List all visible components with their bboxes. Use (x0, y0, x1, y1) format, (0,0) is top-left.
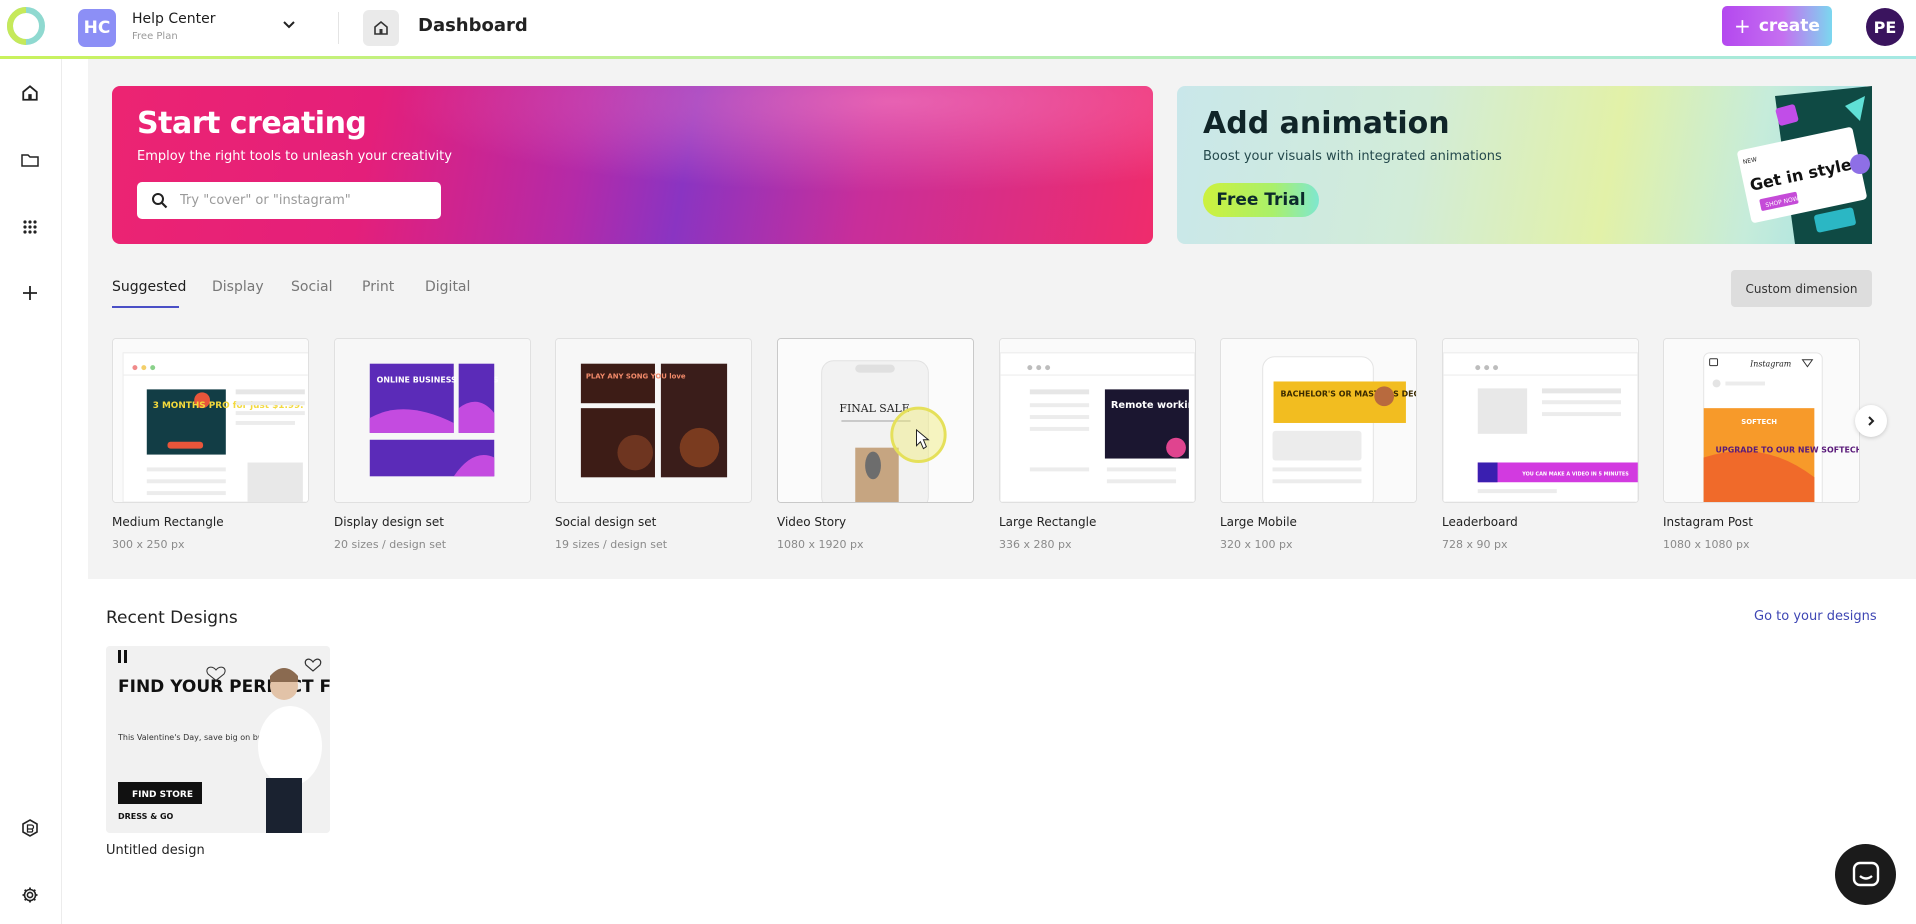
recent-design-card[interactable]: FIND YOUR PERFECT FIT This Valentine's D… (106, 646, 330, 833)
chat-support-button[interactable] (1835, 844, 1896, 905)
sidebar-item-apps[interactable] (19, 216, 41, 238)
tab-digital[interactable]: Digital (425, 279, 470, 295)
template-size: 1080 x 1920 px (777, 538, 864, 551)
template-name: Large Rectangle (999, 515, 1097, 529)
hero-title: Start creating (137, 106, 367, 141)
sidebar (0, 59, 62, 924)
gear-icon (22, 887, 38, 903)
template-size: 320 x 100 px (1220, 538, 1293, 551)
go-to-designs-link[interactable]: Go to your designs (1754, 609, 1877, 624)
template-card-leaderboard[interactable]: YOU CAN MAKE A VIDEO IN 5 MINUTES (1442, 338, 1639, 503)
workspace-name[interactable]: Help Center (132, 11, 216, 27)
recent-designs-heading: Recent Designs (106, 608, 238, 628)
template-thumbnail: ONLINE BUSINESS CLASSES (334, 338, 531, 503)
tab-display[interactable]: Display (212, 279, 264, 295)
hero-subtitle: Employ the right tools to unleash your c… (137, 149, 452, 164)
template-size: 1080 x 1080 px (1663, 538, 1750, 551)
thumb-text: Instagram (1749, 360, 1791, 369)
divider (338, 12, 339, 44)
template-size: 728 x 90 px (1442, 538, 1508, 551)
workspace-plan: Free Plan (132, 31, 178, 42)
tab-social[interactable]: Social (291, 279, 333, 295)
templates-next-button[interactable] (1855, 405, 1887, 437)
recent-thumb-brand: DRESS & GO (118, 812, 174, 821)
create-button-label: create (1758, 16, 1820, 36)
template-card-large-mobile[interactable]: BACHELOR'S OR MASTER'S DEGREE (1220, 338, 1417, 503)
recent-thumb-button: FIND STORE (132, 790, 193, 800)
template-card-video-story[interactable]: FINAL SALE (777, 338, 974, 503)
chevron-right-icon (1868, 416, 1875, 426)
search-icon (152, 193, 168, 209)
create-button[interactable]: + create (1722, 6, 1832, 46)
template-size: 19 sizes / design set (555, 538, 668, 551)
grid-icon (23, 220, 37, 234)
template-name: Instagram Post (1663, 515, 1753, 529)
app-logo-icon[interactable] (6, 6, 46, 46)
tab-suggested[interactable]: Suggested (112, 279, 186, 295)
sidebar-item-brand[interactable] (19, 817, 41, 839)
template-card-display-design-set[interactable]: ONLINE BUSINESS CLASSES (334, 338, 531, 503)
chat-icon (1852, 861, 1879, 886)
template-thumbnail: 3 MONTHS PRO for just $1.99. (112, 338, 309, 503)
recent-design-name: Untitled design (106, 843, 205, 858)
thumb-text: UPGRADE TO OUR NEW SOFTECH 2020 (1716, 446, 1860, 455)
thumb-text: YOU CAN MAKE A VIDEO IN 5 MINUTES (1521, 471, 1629, 477)
template-thumbnail: Remote working step by step (999, 338, 1196, 503)
template-card-social-design-set[interactable]: PLAY ANY SONG YOU love (555, 338, 752, 503)
thumb-text: BACHELOR'S OR MASTER'S DEGREE (1280, 389, 1417, 398)
chevron-down-icon[interactable] (282, 18, 296, 32)
promo-subtitle: Boost your visuals with integrated anima… (1203, 149, 1502, 164)
user-avatar[interactable]: PE (1866, 8, 1904, 46)
template-name: Large Mobile (1220, 515, 1297, 529)
brand-kit-icon (22, 819, 38, 837)
sidebar-item-folders[interactable] (19, 149, 41, 171)
template-thumbnail: FINAL SALE (777, 338, 974, 503)
recent-thumb-headline: FIND YOUR PERFECT FIT (118, 677, 330, 697)
recent-design-thumbnail: FIND YOUR PERFECT FIT This Valentine's D… (106, 646, 330, 833)
sidebar-item-add[interactable] (19, 282, 41, 304)
template-size: 20 sizes / design set (334, 538, 447, 551)
home-icon (22, 85, 38, 101)
template-name: Leaderboard (1442, 515, 1518, 529)
plus-icon (23, 286, 37, 300)
thumb-text: SOFTECH (1741, 418, 1777, 426)
template-name: Display design set (334, 515, 445, 529)
template-card-instagram-post[interactable]: Instagram SOFTECH UPGRADE TO OUR NEW SOF… (1663, 338, 1860, 503)
folder-icon (21, 154, 39, 167)
template-card-medium-rectangle[interactable]: 3 MONTHS PRO for just $1.99. (112, 338, 309, 503)
template-thumbnail: BACHELOR'S OR MASTER'S DEGREE (1220, 338, 1417, 503)
active-tab-indicator (112, 306, 179, 308)
sidebar-item-settings[interactable] (19, 884, 41, 906)
page-title: Dashboard (418, 15, 528, 36)
promo-title: Add animation (1203, 106, 1450, 141)
thumb-text: FINAL SALE (839, 402, 909, 415)
thumb-text: PLAY ANY SONG YOU love (586, 373, 686, 381)
template-thumbnail: YOU CAN MAKE A VIDEO IN 5 MINUTES (1442, 338, 1639, 503)
home-button[interactable] (363, 10, 399, 46)
search-input[interactable] (180, 184, 430, 217)
template-name: Social design set (555, 515, 657, 529)
template-thumbnail: Instagram SOFTECH UPGRADE TO OUR NEW SOF… (1663, 338, 1860, 503)
home-icon (374, 20, 388, 35)
sidebar-item-home[interactable] (19, 82, 41, 104)
template-size: 336 x 280 px (999, 538, 1072, 551)
top-bar: HC Help Center Free Plan Dashboard + cre… (0, 0, 1916, 52)
template-name: Video Story (777, 515, 847, 529)
template-name: Medium Rectangle (112, 515, 224, 529)
plus-icon: + (1734, 14, 1751, 38)
promo-illustration: NEW Get in style SHOP NOW (1737, 86, 1872, 244)
template-card-large-rectangle[interactable]: Remote working step by step (999, 338, 1196, 503)
custom-dimension-button[interactable]: Custom dimension (1731, 270, 1872, 307)
tab-print[interactable]: Print (362, 279, 394, 295)
template-thumbnail: PLAY ANY SONG YOU love (555, 338, 752, 503)
template-size: 300 x 250 px (112, 538, 185, 551)
free-trial-button[interactable]: Free Trial (1203, 183, 1319, 217)
thumb-text: Remote working step by step (1111, 400, 1196, 411)
workspace-avatar[interactable]: HC (78, 9, 116, 47)
